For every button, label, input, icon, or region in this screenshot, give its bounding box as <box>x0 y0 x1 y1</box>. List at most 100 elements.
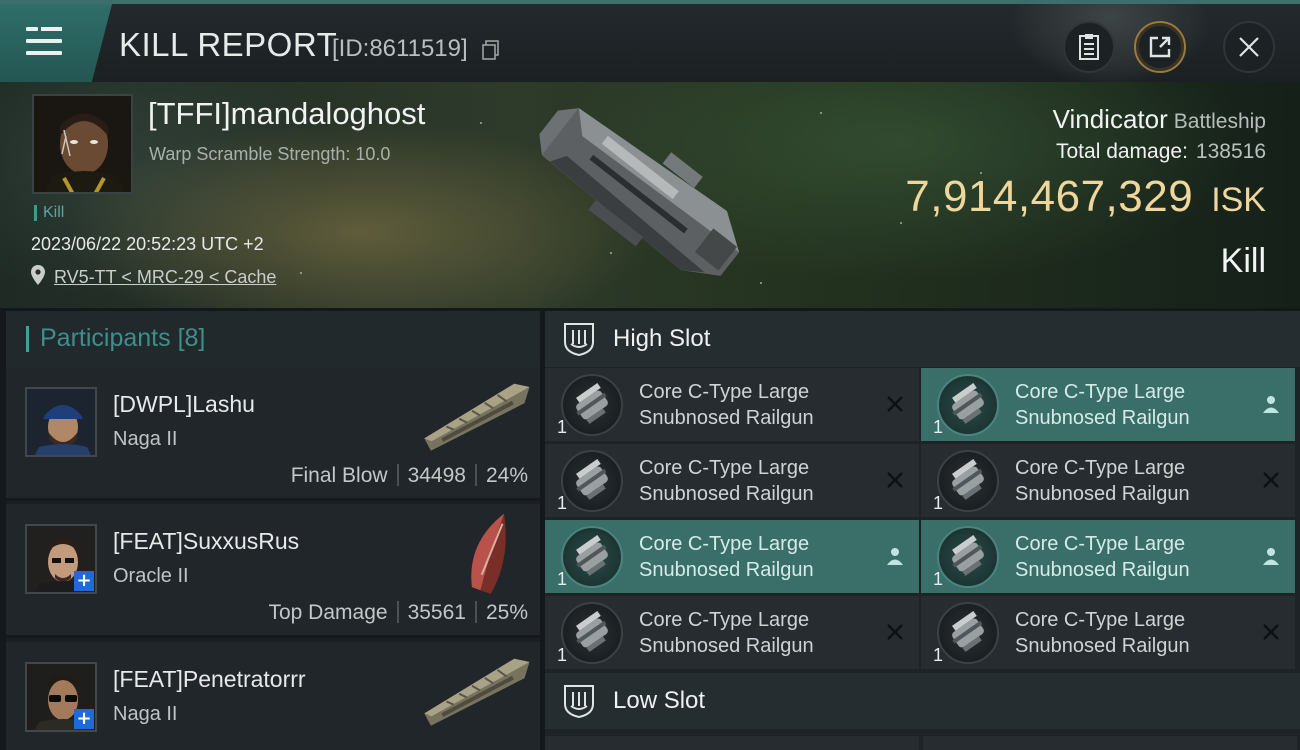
railgun-icon <box>561 450 623 512</box>
dropped-icon <box>887 548 903 565</box>
module-name: Core C-Type Large Snubnosed Railgun <box>1015 609 1190 657</box>
low-slot-label: Low Slot <box>613 687 706 714</box>
low-slot-module[interactable] <box>545 736 919 750</box>
participant-avatar: + <box>25 524 97 594</box>
victim-ship-name: Vindicator Battleship <box>1053 104 1266 135</box>
page-title: KILL REPORT <box>119 26 338 63</box>
location-pin-icon <box>31 265 45 285</box>
low-slot-header: Low Slot <box>545 673 1300 729</box>
destroyed-icon <box>1263 624 1279 640</box>
menu-icon <box>26 27 62 63</box>
participant-name: [FEAT]Penetratorrr <box>113 666 306 692</box>
high-slot-header: High Slot <box>545 311 1300 367</box>
low-slot-module[interactable] <box>923 736 1297 750</box>
participants-label: Participants [8] <box>40 324 206 352</box>
kill-tag: Kill <box>34 205 64 221</box>
module-name: Core C-Type Large Snubnosed Railgun <box>1015 381 1190 429</box>
high-slot-icon <box>564 323 594 356</box>
high-slot-module[interactable]: 1 Core C-Type Large Snubnosed Railgun <box>921 596 1295 669</box>
high-slot-module[interactable]: 1 Core C-Type Large Snubnosed Railgun <box>545 596 919 669</box>
participant-stats: Top Damage 35561 25% <box>268 601 528 625</box>
high-slot-module[interactable]: 1 Core C-Type Large Snubnosed Railgun <box>921 520 1295 593</box>
destroyed-icon <box>1263 472 1279 488</box>
share-button[interactable] <box>1134 21 1186 73</box>
module-quantity: 1 <box>933 417 944 437</box>
menu-button[interactable] <box>0 4 112 82</box>
plus-badge-icon: + <box>74 571 94 591</box>
warp-scramble-strength: Warp Scramble Strength: 10.0 <box>149 144 391 164</box>
participant-avatar <box>25 387 97 457</box>
close-button[interactable] <box>1223 21 1275 73</box>
plus-badge-icon: + <box>74 709 94 729</box>
railgun-icon <box>937 450 999 512</box>
high-slot-module[interactable]: 1 Core C-Type Large Snubnosed Railgun <box>545 520 919 593</box>
high-slot-module[interactable]: 1 Core C-Type Large Snubnosed Railgun <box>545 368 919 441</box>
module-quantity: 1 <box>933 493 944 513</box>
module-quantity: 1 <box>557 569 568 589</box>
total-damage-value: 138516 <box>1195 140 1266 163</box>
participant-ship-image <box>471 513 506 595</box>
railgun-icon <box>937 374 999 436</box>
participant-name: [FEAT]SuxxusRus <box>113 528 300 554</box>
close-icon <box>1239 37 1259 57</box>
railgun-icon <box>561 374 623 436</box>
share-icon <box>1149 36 1171 58</box>
participants-panel: Participants [8] [DWPL]Lashu Naga II Fin… <box>6 311 540 750</box>
clipboard-button[interactable] <box>1063 21 1115 73</box>
top-bar: KILL REPORT [ID:8611519] <box>0 0 1300 82</box>
module-name: Core C-Type Large Snubnosed Railgun <box>639 533 814 581</box>
dropped-icon <box>1263 396 1279 413</box>
participant-role: Final Blow <box>290 464 388 487</box>
participant-percent: 25% <box>485 601 528 624</box>
module-quantity: 1 <box>557 417 568 437</box>
location-link[interactable]: RV5-TT < MRC-29 < Cache <box>54 267 276 288</box>
destroyed-icon <box>887 624 903 640</box>
isk-value: 7,914,467,329 ISK <box>905 172 1266 222</box>
module-name: Core C-Type Large Snubnosed Railgun <box>639 457 814 505</box>
participants-count: [8] <box>177 324 206 352</box>
participant-ship: Oracle II <box>113 565 189 587</box>
low-slot-icon <box>564 685 594 718</box>
participant-stats: Final Blow 34498 24% <box>291 464 528 488</box>
railgun-icon <box>937 602 999 664</box>
isk-unit: ISK <box>1211 181 1266 219</box>
total-damage-label: Total damage: <box>1056 140 1188 163</box>
module-name: Core C-Type Large Snubnosed Railgun <box>1015 533 1190 581</box>
copy-icon[interactable] <box>482 40 500 60</box>
module-name: Core C-Type Large Snubnosed Railgun <box>639 609 814 657</box>
participant-row[interactable]: + [FEAT]Penetratorrr Naga II <box>6 642 540 750</box>
participant-row[interactable]: + [FEAT]SuxxusRus Oracle II Top Damage 35… <box>6 504 540 638</box>
railgun-icon <box>561 602 623 664</box>
module-name: Core C-Type Large Snubnosed Railgun <box>639 381 814 429</box>
participant-row[interactable]: [DWPL]Lashu Naga II Final Blow 34498 24% <box>6 367 540 501</box>
victim-name[interactable]: [TFFI]mandaloghost <box>148 96 425 132</box>
participants-header[interactable]: Participants [8] <box>6 311 540 367</box>
high-slot-module[interactable]: 1 Core C-Type Large Snubnosed Railgun <box>921 368 1295 441</box>
participant-ship: Naga II <box>113 703 178 725</box>
fitting-panel: High Slot 1 Core C-Type Large Snubnosed Ra… <box>545 311 1300 750</box>
module-name: Core C-Type Large Snubnosed Railgun <box>1015 457 1190 505</box>
participant-name: [DWPL]Lashu <box>113 391 255 417</box>
report-id: [ID:8611519] <box>332 35 468 62</box>
railgun-icon <box>561 526 623 588</box>
participant-ship: Naga II <box>113 428 178 450</box>
destroyed-icon <box>887 472 903 488</box>
participant-damage: 34498 <box>407 464 466 487</box>
kill-result: Kill <box>1220 242 1266 280</box>
participant-avatar: + <box>25 662 97 732</box>
victim-portrait[interactable] <box>32 94 133 194</box>
kill-timestamp: 2023/06/22 20:52:23 UTC +2 <box>31 234 264 254</box>
participant-damage: 35561 <box>407 601 466 624</box>
high-slot-module[interactable]: 1 Core C-Type Large Snubnosed Railgun <box>545 444 919 517</box>
dropped-icon <box>1263 548 1279 565</box>
participant-ship-image <box>424 383 530 451</box>
module-quantity: 1 <box>933 569 944 589</box>
victim-ship-image[interactable] <box>520 87 770 302</box>
isk-amount: 7,914,467,329 <box>905 172 1194 221</box>
destroyed-icon <box>887 396 903 412</box>
high-slot-module[interactable]: 1 Core C-Type Large Snubnosed Railgun <box>921 444 1295 517</box>
participant-ship-image <box>424 658 530 726</box>
module-quantity: 1 <box>557 645 568 665</box>
ship-class-text: Battleship <box>1173 110 1266 133</box>
participant-percent: 24% <box>485 464 528 487</box>
